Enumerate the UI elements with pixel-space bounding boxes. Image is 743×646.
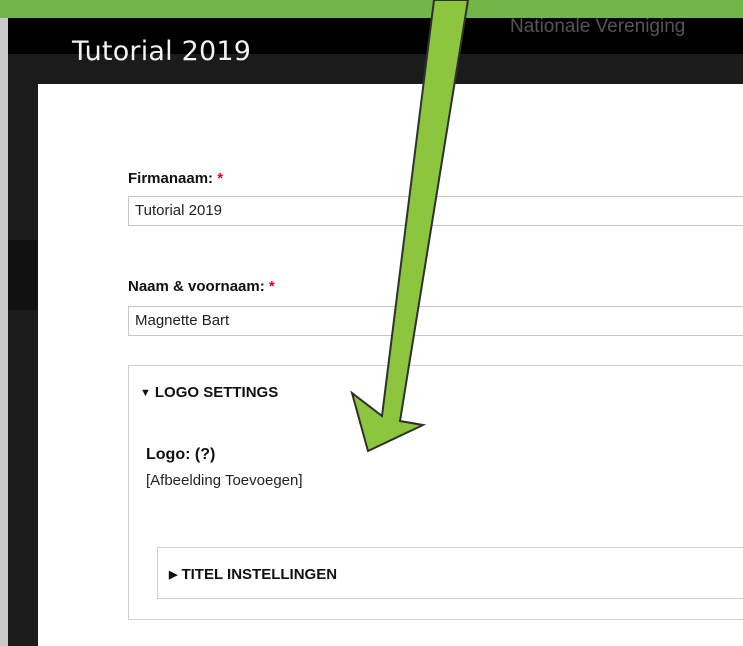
company-name-label: Firmanaam: * — [128, 170, 223, 187]
site-name: Nationale Vereniging — [510, 16, 686, 37]
left-margin — [0, 18, 8, 646]
full-name-input[interactable] — [128, 306, 743, 336]
logo-label: Logo: (?) — [146, 446, 216, 463]
form-panel: Firmanaam: * Naam & voornaam: * ▼LOGO SE… — [38, 84, 743, 646]
app-window: Nationale Vereniging Tutorial 2019 Firma… — [8, 16, 743, 646]
full-name-label-text: Naam & voornaam: — [128, 278, 265, 295]
required-marker: * — [217, 170, 224, 187]
title-settings-fieldset: ▶ TITEL INSTELLINGEN — [157, 547, 743, 599]
required-marker: * — [268, 278, 275, 295]
title-settings-toggle[interactable]: ▶ TITEL INSTELLINGEN — [169, 566, 337, 583]
logo-settings-toggle[interactable]: ▼ LOGO SETTINGS — [140, 384, 278, 401]
full-name-label: Naam & voornaam: * — [128, 278, 275, 295]
caret-down-icon: ▼ — [140, 387, 151, 399]
company-name-label-text: Firmanaam: — [128, 170, 214, 187]
caret-right-icon: ▶ — [169, 569, 178, 581]
sidebar-edge — [8, 240, 38, 310]
add-image-link[interactable]: [Afbeelding Toevoegen] — [146, 472, 303, 489]
page-title: Tutorial 2019 — [72, 36, 252, 67]
title-settings-legend: TITEL INSTELLINGEN — [181, 566, 338, 583]
logo-settings-fieldset: ▼ LOGO SETTINGS Logo: (?) [Afbeelding Toe… — [128, 365, 743, 620]
company-name-input[interactable] — [128, 196, 743, 226]
logo-settings-legend: LOGO SETTINGS — [154, 384, 279, 401]
